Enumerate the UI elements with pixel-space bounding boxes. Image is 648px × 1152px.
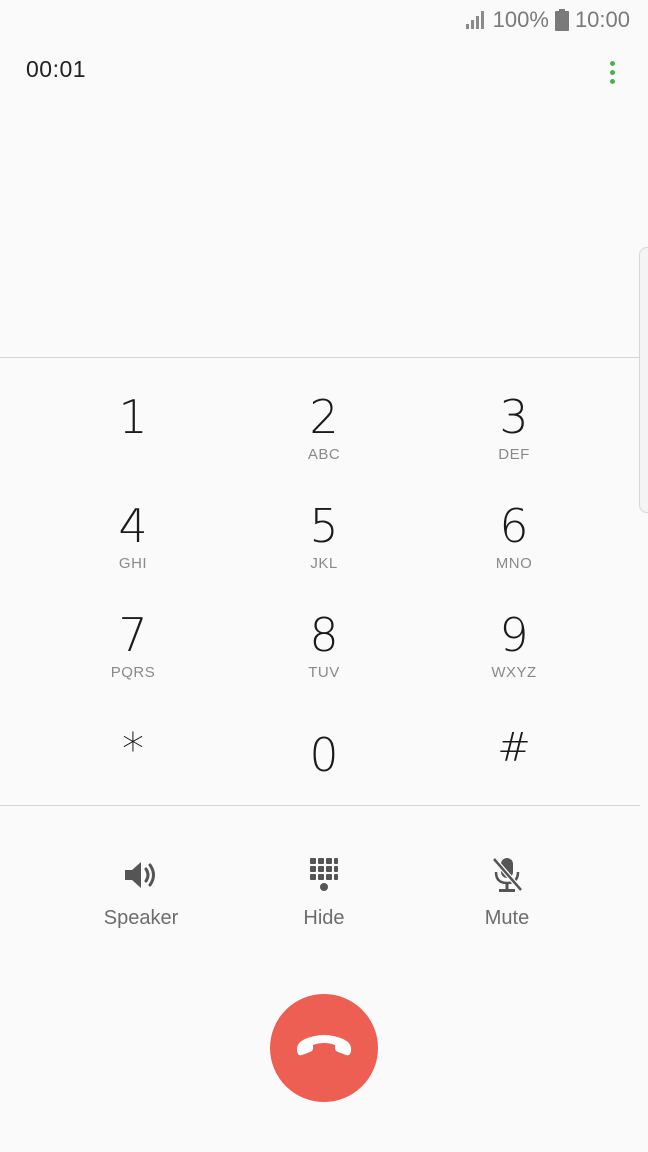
key-digit: # <box>497 725 531 771</box>
key-digit: 4 <box>118 499 148 553</box>
key-6[interactable]: 6 MNO <box>419 499 609 599</box>
status-bar: 100% 10:00 <box>0 0 648 40</box>
phone-hangup-icon <box>293 1033 355 1064</box>
key-letters: DEF <box>498 446 530 463</box>
mute-label: Mute <box>484 907 530 929</box>
key-letters: PQRS <box>110 664 156 681</box>
key-digit: * <box>122 724 144 775</box>
key-3[interactable]: 3 DEF <box>419 390 609 490</box>
key-letters: ABC <box>307 446 341 463</box>
mic-off-icon <box>490 855 524 895</box>
status-time: 10:00 <box>574 7 630 32</box>
dialpad: 1 2 ABC 3 DEF 4 GHI 5 JKL 6 MNO 7 PQRS 8 <box>0 358 648 805</box>
key-digit: 3 <box>499 390 529 444</box>
speaker-label: Speaker <box>103 907 179 929</box>
key-1[interactable]: 1 <box>38 390 228 490</box>
hide-label: Hide <box>303 907 345 929</box>
key-letters: WXYZ <box>491 664 537 681</box>
key-4[interactable]: 4 GHI <box>38 499 228 599</box>
key-letters: MNO <box>495 555 533 572</box>
key-2[interactable]: 2 ABC <box>229 390 419 490</box>
keypad-icon <box>309 855 339 895</box>
key-digit: 2 <box>309 390 339 444</box>
key-0[interactable]: 0 <box>229 726 419 826</box>
call-timer: 00:01 <box>26 56 87 82</box>
key-letters: JKL <box>310 555 338 572</box>
signal-bars-icon <box>465 10 487 30</box>
key-letters: GHI <box>118 555 148 572</box>
mute-button[interactable]: Mute <box>427 855 587 935</box>
keypad-bottom-divider <box>0 805 640 806</box>
end-call-button[interactable] <box>270 994 378 1102</box>
key-digit: 0 <box>309 728 339 782</box>
key-digit: 6 <box>499 499 529 553</box>
in-call-screen: 100% 10:00 00:01 1 2 ABC 3 DEF 4 GHI 5 J… <box>0 0 648 1152</box>
battery-icon <box>554 9 569 31</box>
hide-keypad-button[interactable]: Hide <box>244 855 404 935</box>
speaker-icon <box>121 855 161 895</box>
key-letters: TUV <box>308 664 340 681</box>
key-8[interactable]: 8 TUV <box>229 608 419 708</box>
key-5[interactable]: 5 JKL <box>229 499 419 599</box>
key-hash[interactable]: # <box>419 726 609 826</box>
key-digit: 8 <box>309 608 339 662</box>
key-digit: 5 <box>309 499 339 553</box>
key-star[interactable]: * <box>38 726 228 826</box>
key-digit: 1 <box>118 390 148 444</box>
key-digit: 7 <box>118 608 148 662</box>
key-digit: 9 <box>499 608 529 662</box>
key-9[interactable]: 9 WXYZ <box>419 608 609 708</box>
battery-percentage: 100% <box>492 7 549 32</box>
key-7[interactable]: 7 PQRS <box>38 608 228 708</box>
speaker-button[interactable]: Speaker <box>61 855 221 935</box>
more-options-button[interactable] <box>602 56 622 88</box>
